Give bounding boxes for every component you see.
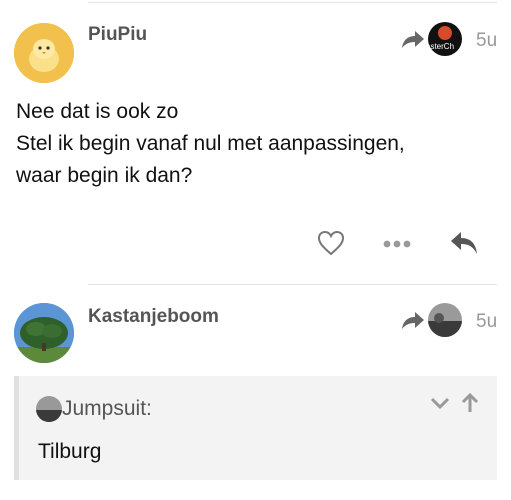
more-options-button[interactable] xyxy=(380,230,414,258)
post-line: Stel ik begin vanaf nul met aanpassingen… xyxy=(16,132,405,155)
avatar-piupiu[interactable] xyxy=(14,23,74,83)
top-divider xyxy=(88,2,497,3)
chevron-down-icon xyxy=(430,397,450,409)
quote-avatar[interactable] xyxy=(36,396,62,422)
post-line: Nee dat is ook zo xyxy=(16,100,179,123)
post-time[interactable]: 5u xyxy=(476,311,497,333)
landscape-image xyxy=(428,321,462,337)
reply-to-avatar-text: asterCh xyxy=(428,42,455,51)
post-username[interactable]: PiuPiu xyxy=(88,24,147,46)
heart-icon xyxy=(317,230,345,256)
ellipsis-icon xyxy=(383,240,411,248)
landscape-image xyxy=(434,313,444,323)
expand-quote-button[interactable] xyxy=(428,392,452,414)
post-line: waar begin ik dan? xyxy=(16,164,193,187)
reply-arrow-icon xyxy=(451,232,477,254)
post-body: Nee dat is ook zo Stel ik begin vanaf nu… xyxy=(16,96,405,192)
like-button[interactable] xyxy=(314,228,348,258)
post-divider xyxy=(88,284,497,285)
go-to-quote-button[interactable] xyxy=(458,390,482,416)
share-arrow-icon xyxy=(402,31,424,48)
tree-icon xyxy=(14,303,74,363)
post-username[interactable]: Kastanjeboom xyxy=(88,306,219,328)
arrow-up-icon xyxy=(461,392,479,412)
reply-to-avatar xyxy=(428,303,462,337)
reply-to-indicator[interactable]: asterCh xyxy=(400,22,462,56)
quote-text: Tilburg xyxy=(38,440,102,463)
reply-to-avatar: asterCh xyxy=(428,22,462,56)
share-arrow-icon xyxy=(402,312,424,329)
avatar-kastanjeboom[interactable] xyxy=(14,303,74,363)
chick-icon xyxy=(14,23,74,83)
masterchef-logo-icon xyxy=(438,26,452,40)
post-time[interactable]: 5u xyxy=(476,30,497,52)
reply-button[interactable] xyxy=(446,228,482,258)
landscape-image xyxy=(36,410,62,422)
quote-block xyxy=(14,376,497,480)
reply-to-indicator[interactable] xyxy=(400,303,462,337)
quote-username[interactable]: Jumpsuit: xyxy=(62,397,152,421)
